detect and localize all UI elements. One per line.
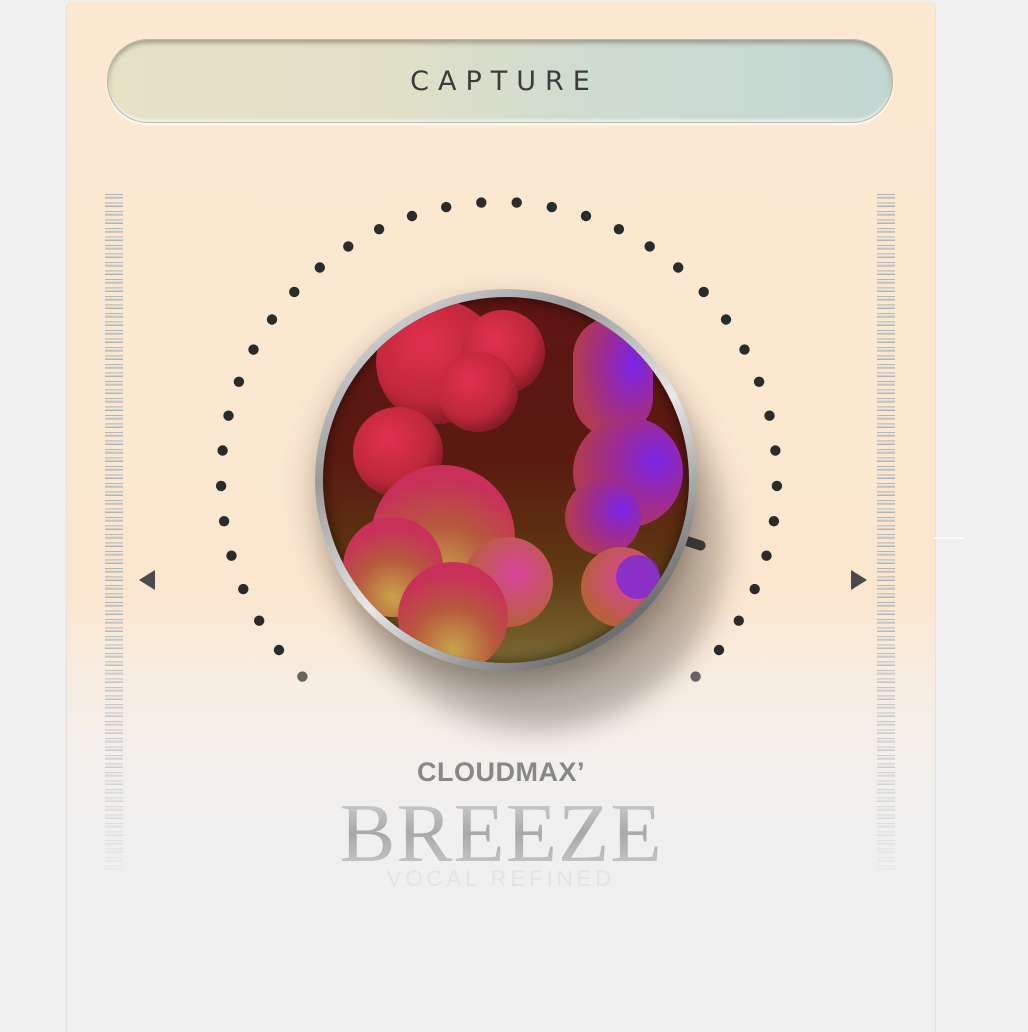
dial-tick-dot xyxy=(739,344,750,355)
lava-blobs xyxy=(343,300,683,663)
dial-tick-dot xyxy=(343,241,354,252)
dial-tick-dot xyxy=(217,445,228,456)
edge-highlight xyxy=(934,537,964,539)
dial-tick-dot xyxy=(713,644,725,656)
dial-tick-dot xyxy=(673,262,684,273)
dial-tick-dot xyxy=(770,445,781,456)
dial-tick-dot xyxy=(373,224,385,235)
dial-tick-dot xyxy=(441,201,452,213)
dial-tick-dot xyxy=(476,197,487,208)
dial-tick-dot xyxy=(771,480,783,492)
dial-tick-dot xyxy=(613,224,625,235)
dial-tick-dot xyxy=(289,286,300,298)
dial-tick-dot xyxy=(644,241,655,252)
brand-tagline: VOCAL REFINED xyxy=(386,866,616,891)
plugin-panel: CAPTURE CLOUDMAX’ BREEZE VOCAL REFINED xyxy=(66,2,936,1032)
dial-tick-dot xyxy=(546,201,557,213)
dial-tick-dot xyxy=(511,197,522,208)
dial-tick-dot xyxy=(273,644,285,656)
dial-tick-dot xyxy=(266,314,278,325)
dial-tick-dot xyxy=(233,376,245,387)
dial-tick-dot xyxy=(406,210,418,222)
dial-tick-dot xyxy=(314,262,325,273)
dial-tick-dot xyxy=(753,376,765,387)
dial-tick-dot xyxy=(580,210,592,222)
dial-tick-dot xyxy=(238,583,249,595)
dial-tick-dot xyxy=(690,671,701,682)
dial-tick-dot xyxy=(297,671,308,682)
brand-company: CLOUDMAX’ xyxy=(417,757,585,787)
dial-tick-dot xyxy=(254,615,265,626)
dial-tick-dot xyxy=(223,410,234,421)
dial-tick-dot xyxy=(698,286,709,298)
knob-face xyxy=(323,297,689,663)
dial-tick-dot xyxy=(749,583,760,595)
dial-tick-dot xyxy=(218,516,230,527)
dial-tick-dot xyxy=(248,344,259,355)
dial-tick-dot xyxy=(226,550,237,561)
dial-tick-dot xyxy=(720,314,732,325)
knob-area: CLOUDMAX’ BREEZE VOCAL REFINED xyxy=(67,2,935,1030)
dial-tick-dot xyxy=(768,516,780,527)
dial-tick-dot xyxy=(733,615,744,626)
dial-tick-dot xyxy=(764,410,775,421)
dial-tick-dot xyxy=(215,480,227,492)
dial-tick-dot xyxy=(761,550,772,561)
main-knob[interactable] xyxy=(315,289,697,671)
